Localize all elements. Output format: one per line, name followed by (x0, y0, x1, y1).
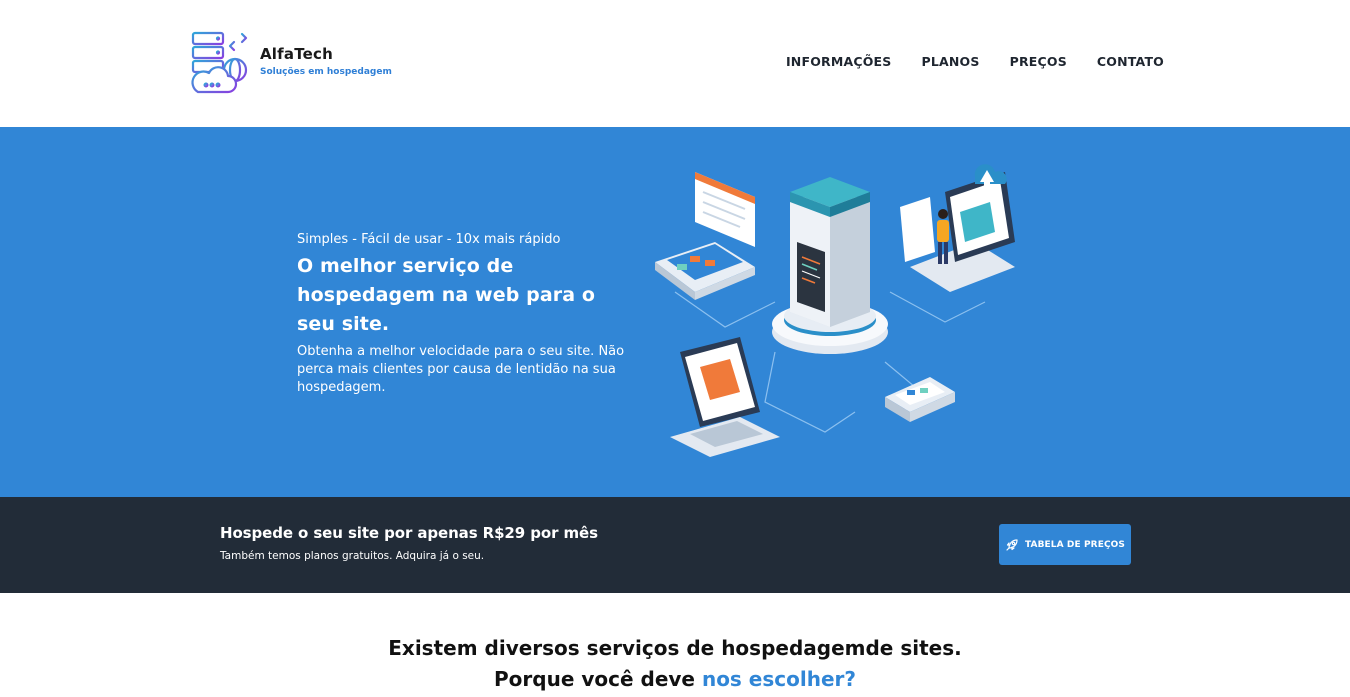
nav-item-precos[interactable]: PREÇOS (1010, 54, 1067, 69)
nav-item-planos[interactable]: PLANOS (922, 54, 980, 69)
brand-tagline: Soluções em hospedagem (260, 67, 392, 77)
nav-item-contato[interactable]: CONTATO (1097, 54, 1164, 69)
brand-name: AlfaTech (260, 45, 333, 63)
monitor-with-person-icon (900, 164, 1015, 292)
why-choose-us-heading: Existem diversos serviços de hospedagemd… (0, 633, 1350, 695)
promo-title: Hospede o seu site por apenas R$29 por m… (220, 524, 598, 542)
web-page-card-icon (655, 242, 755, 300)
server-cloud-logo-icon (191, 31, 248, 94)
hero-copy: Simples - Fácil de usar - 10x mais rápid… (297, 232, 627, 397)
brand-text: AlfaTech Soluções em hospedagem (260, 45, 392, 77)
brand-logo[interactable]: AlfaTech Soluções em hospedagem (188, 30, 392, 96)
site-header: AlfaTech Soluções em hospedagem INFORMAÇ… (0, 0, 1350, 127)
server-tower-icon (772, 177, 888, 354)
nav-item-informacoes[interactable]: INFORMAÇÕES (786, 54, 892, 69)
why-heading-line2: Porque você deve nos escolher? (0, 664, 1350, 695)
why-heading-prefix: Porque você deve (494, 667, 702, 691)
rocket-icon (1006, 538, 1018, 551)
hero-description: Obtenha a melhor velocidade para o seu s… (297, 344, 625, 395)
why-heading-line1: Existem diversos serviços de hospedagemd… (388, 636, 962, 660)
laptop-icon (670, 337, 780, 457)
hero-tagline: Simples - Fácil de usar - 10x mais rápid… (297, 232, 561, 247)
pricing-table-button-label: TABELA DE PREÇOS (1024, 539, 1125, 550)
hero-title: O melhor serviço de hospedagem na web pa… (297, 255, 595, 335)
small-web-card-icon (885, 377, 955, 422)
pricing-table-button[interactable]: TABELA DE PREÇOS (999, 524, 1131, 565)
hero-section: Simples - Fácil de usar - 10x mais rápid… (0, 127, 1350, 497)
main-nav: INFORMAÇÕES PLANOS PREÇOS CONTATO (756, 54, 1164, 69)
server-hosting-illustration (655, 164, 1015, 457)
document-card-icon (695, 172, 755, 247)
why-heading-highlight: nos escolher? (701, 667, 856, 691)
promo-subtitle: Também temos planos gratuitos. Adquira j… (220, 550, 485, 562)
pricing-promo-band: Hospede o seu site por apenas R$29 por m… (0, 497, 1350, 593)
